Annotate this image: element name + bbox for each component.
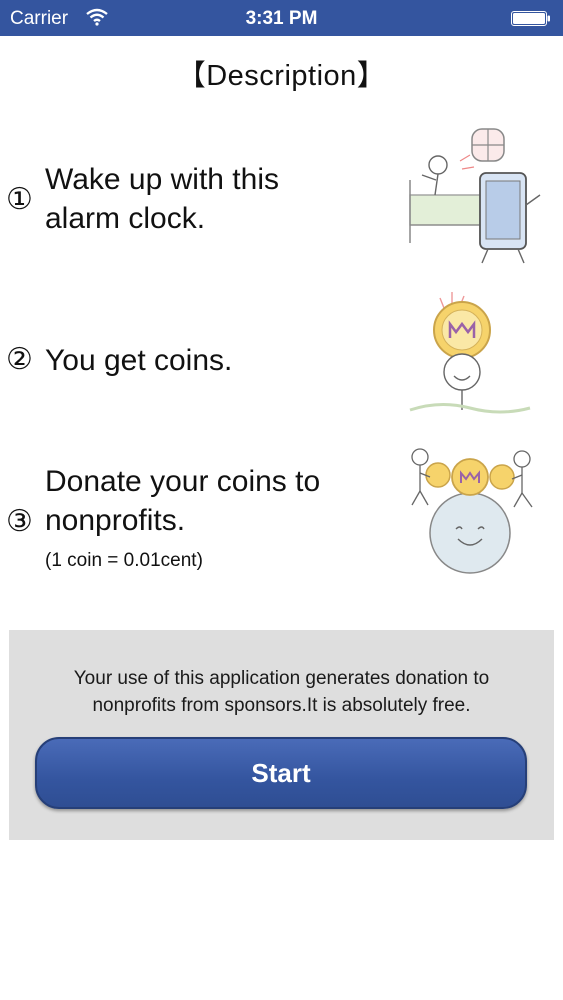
step-3-line-2: nonprofits. bbox=[45, 504, 186, 537]
footer-note-line-2: nonprofits from sponsors.It is absolutel… bbox=[92, 695, 471, 716]
step-number-2: ② bbox=[6, 342, 33, 377]
status-time: 3:31 PM bbox=[245, 8, 318, 29]
coin-illustration bbox=[409, 292, 531, 414]
page-title: 【Description】 bbox=[176, 60, 387, 92]
step-3-note: (1 coin = 0.01cent) bbox=[45, 550, 203, 571]
step-number-1: ① bbox=[6, 182, 33, 217]
footer-panel: Your use of this application generates d… bbox=[9, 630, 554, 840]
footer-note-line-1: Your use of this application generates d… bbox=[73, 668, 490, 689]
step-number-3: ③ bbox=[6, 504, 33, 539]
start-button[interactable]: Start bbox=[35, 737, 527, 809]
battery-icon bbox=[511, 11, 550, 26]
step-3-line-1: Donate your coins to bbox=[45, 465, 321, 498]
donate-illustration bbox=[411, 448, 533, 574]
footer-note: Your use of this application generates d… bbox=[9, 665, 554, 719]
step-1-text: Wake up with this alarm clock. bbox=[45, 160, 385, 238]
step-1-line-1: Wake up with this bbox=[45, 163, 279, 196]
status-bar: Carrier 3:31 PM bbox=[0, 0, 563, 36]
wake-up-illustration bbox=[409, 128, 541, 264]
step-2-text: You get coins. bbox=[45, 341, 385, 380]
step-1-line-2: alarm clock. bbox=[45, 202, 206, 235]
step-2-line-1: You get coins. bbox=[45, 344, 233, 377]
step-3-text: Donate your coins to nonprofits. bbox=[45, 462, 405, 540]
